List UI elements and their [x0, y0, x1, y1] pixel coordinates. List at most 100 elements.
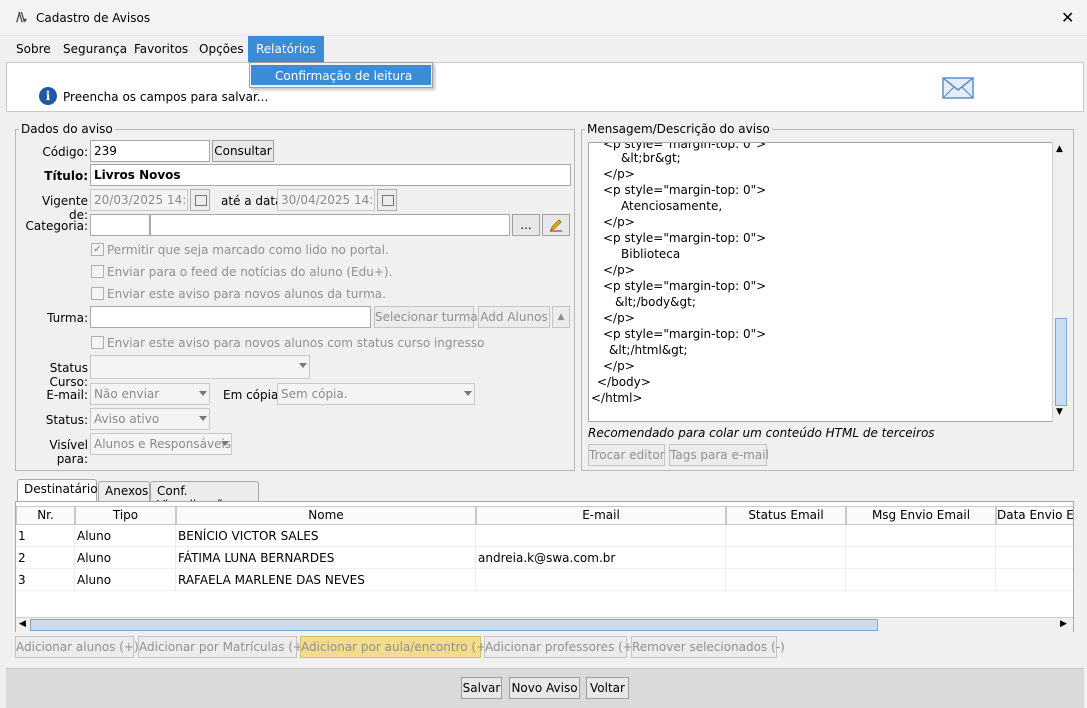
vigente-input[interactable]: 20/03/2025 14:01 [90, 189, 188, 211]
scroll-thumb[interactable] [1055, 318, 1067, 406]
editor-hint: Recomendado para colar um conteúdo HTML … [588, 426, 935, 440]
copia-select[interactable]: Sem cópia. [277, 383, 475, 405]
adicionar-professores-button[interactable]: Adicionar professores (+) [484, 636, 638, 658]
menu-relatorios[interactable]: Relatórios [248, 36, 324, 62]
email-select-value: Não enviar [94, 387, 160, 401]
editor-line: </p> [603, 167, 635, 181]
calendar-icon[interactable] [377, 189, 397, 211]
editor-line: <p style="margin-top: 0"> [603, 231, 767, 245]
mensagem-title: Mensagem/Descrição do aviso [585, 122, 772, 136]
novo-aviso-button[interactable]: Novo Aviso [509, 677, 580, 699]
editor-line: &lt;/html&gt; [609, 343, 688, 357]
add-alunos-button[interactable]: Add Alunos [478, 306, 550, 328]
html-editor[interactable]: <p style="margin-top: 0"> &lt;br&gt; </p… [588, 142, 1069, 422]
column-header[interactable]: Msg Envio Email [846, 506, 996, 525]
visivel-select-value: Alunos e Responsáveis [94, 437, 232, 451]
menu-favoritos[interactable]: Favoritos [134, 42, 188, 56]
titulo-input[interactable]: Livros Novos [90, 164, 571, 186]
editor-scrollbar[interactable]: ▲ ▼ [1052, 142, 1069, 422]
cell-nr: 1 [16, 525, 75, 547]
scroll-thumb[interactable] [30, 619, 878, 631]
turma-label: Turma: [47, 311, 88, 325]
adicionar-alunos-button[interactable]: Adicionar alunos (+) [15, 636, 139, 658]
chevron-down-icon [464, 391, 472, 396]
turma-input[interactable] [90, 306, 371, 328]
adicionar-aula-button[interactable]: Adicionar por aula/encontro (+) [300, 636, 491, 658]
cell-data-envio [996, 525, 1073, 547]
feed-checkbox[interactable] [91, 265, 104, 278]
categoria-code-input[interactable] [90, 214, 150, 236]
chevron-down-icon [221, 441, 229, 446]
ingresso-checkbox[interactable] [91, 336, 104, 349]
menu-sobre[interactable]: Sobre [16, 42, 51, 56]
editor-line: </html> [591, 391, 643, 405]
status-curso-select[interactable] [90, 355, 310, 379]
menu-bar: Sobre Segurança Favoritos Opções Relatór… [6, 36, 1084, 62]
consultar-button[interactable]: Consultar [212, 140, 274, 162]
categoria-label: Categoria: [25, 219, 88, 233]
selecionar-turma-button[interactable]: Selecionar turma [374, 306, 478, 328]
footer-bar: Salvar Novo Aviso Voltar [6, 668, 1084, 708]
visivel-select[interactable]: Alunos e Responsáveis [90, 433, 232, 455]
categoria-browse-button[interactable]: ... [512, 214, 540, 236]
table-hscrollbar[interactable]: ◀ ▶ [16, 617, 1073, 632]
scroll-left-icon[interactable]: ◀ [19, 619, 26, 629]
menu-option-confirmacao-leitura[interactable]: Confirmação de leitura [251, 65, 431, 85]
column-header[interactable]: Tipo [75, 506, 176, 525]
visivel-label: Visível para: [49, 438, 88, 466]
scroll-right-icon[interactable]: ▶ [1060, 619, 1067, 629]
dados-aviso-title: Dados do aviso [19, 122, 115, 136]
codigo-input[interactable]: 239 [90, 140, 210, 162]
editor-line: <p style="margin-top: 0"> [603, 142, 767, 151]
titulo-label: Título: [44, 169, 88, 183]
column-header[interactable]: Status Email [726, 506, 846, 525]
tags-email-button[interactable]: Tags para e-mail [669, 444, 769, 466]
cell-data-envio [996, 547, 1073, 569]
tab-destinatarios[interactable]: Destinatários [17, 479, 104, 501]
column-header[interactable]: Nr. [16, 506, 75, 525]
cell-tipo: Aluno [75, 569, 176, 591]
editor-line: Atenciosamente, [621, 199, 723, 213]
status-select[interactable]: Aviso ativo [90, 408, 210, 430]
scroll-up-icon[interactable]: ▲ [552, 306, 570, 328]
info-message: Preencha os campos para salvar... [63, 90, 269, 104]
salvar-button[interactable]: Salvar [461, 677, 502, 699]
menu-opcoes[interactable]: Opções [199, 42, 244, 56]
scroll-up-icon[interactable]: ▲ [1056, 144, 1063, 154]
menu-seguranca[interactable]: Segurança [63, 42, 127, 56]
vigente-label: Vigente de: [42, 194, 88, 222]
edit-pencil-icon[interactable] [542, 214, 570, 236]
voltar-button[interactable]: Voltar [586, 677, 629, 699]
info-icon: i [39, 87, 57, 105]
editor-line: </p> [603, 311, 635, 325]
close-icon[interactable]: ✕ [1061, 8, 1074, 27]
copia-label: Em cópia: [223, 388, 283, 402]
column-header[interactable]: Nome [176, 506, 476, 525]
portal-checkbox[interactable]: ✓ [91, 243, 104, 256]
email-select[interactable]: Não enviar [90, 383, 210, 405]
adicionar-matriculas-button[interactable]: Adicionar por Matrículas (+) [138, 636, 308, 658]
novos-alunos-checkbox[interactable] [91, 287, 104, 300]
editor-line: <p style="margin-top: 0"> [603, 327, 767, 341]
editor-line: </p> [603, 215, 635, 229]
info-banner: i Preencha os campos para salvar... [6, 62, 1084, 112]
cell-tipo: Aluno [75, 547, 176, 569]
scroll-down-icon[interactable]: ▼ [1056, 407, 1063, 417]
cell-nome: BENÍCIO VICTOR SALES [176, 525, 476, 547]
cell-nr: 3 [16, 569, 75, 591]
ate-input[interactable]: 30/04/2025 14:01 [277, 189, 375, 211]
cell-status-email [726, 547, 846, 569]
column-header[interactable]: E-mail [476, 506, 726, 525]
remover-selecionados-button[interactable]: Remover selecionados (-) [631, 636, 785, 658]
column-header[interactable]: Data Envio Email [996, 506, 1073, 525]
chevron-down-icon [299, 363, 307, 368]
cell-status-email [726, 569, 846, 591]
tab-conf-visualizacao[interactable]: Conf. Visualização [150, 481, 259, 512]
tab-anexos[interactable]: Anexos [98, 481, 150, 501]
editor-line: <p style="margin-top: 0"> [603, 183, 767, 197]
categoria-name-input[interactable] [150, 214, 510, 236]
calendar-icon[interactable] [190, 189, 210, 211]
cell-msg-envio [846, 547, 996, 569]
cell-tipo: Aluno [75, 525, 176, 547]
trocar-editor-button[interactable]: Trocar editor [588, 444, 665, 466]
